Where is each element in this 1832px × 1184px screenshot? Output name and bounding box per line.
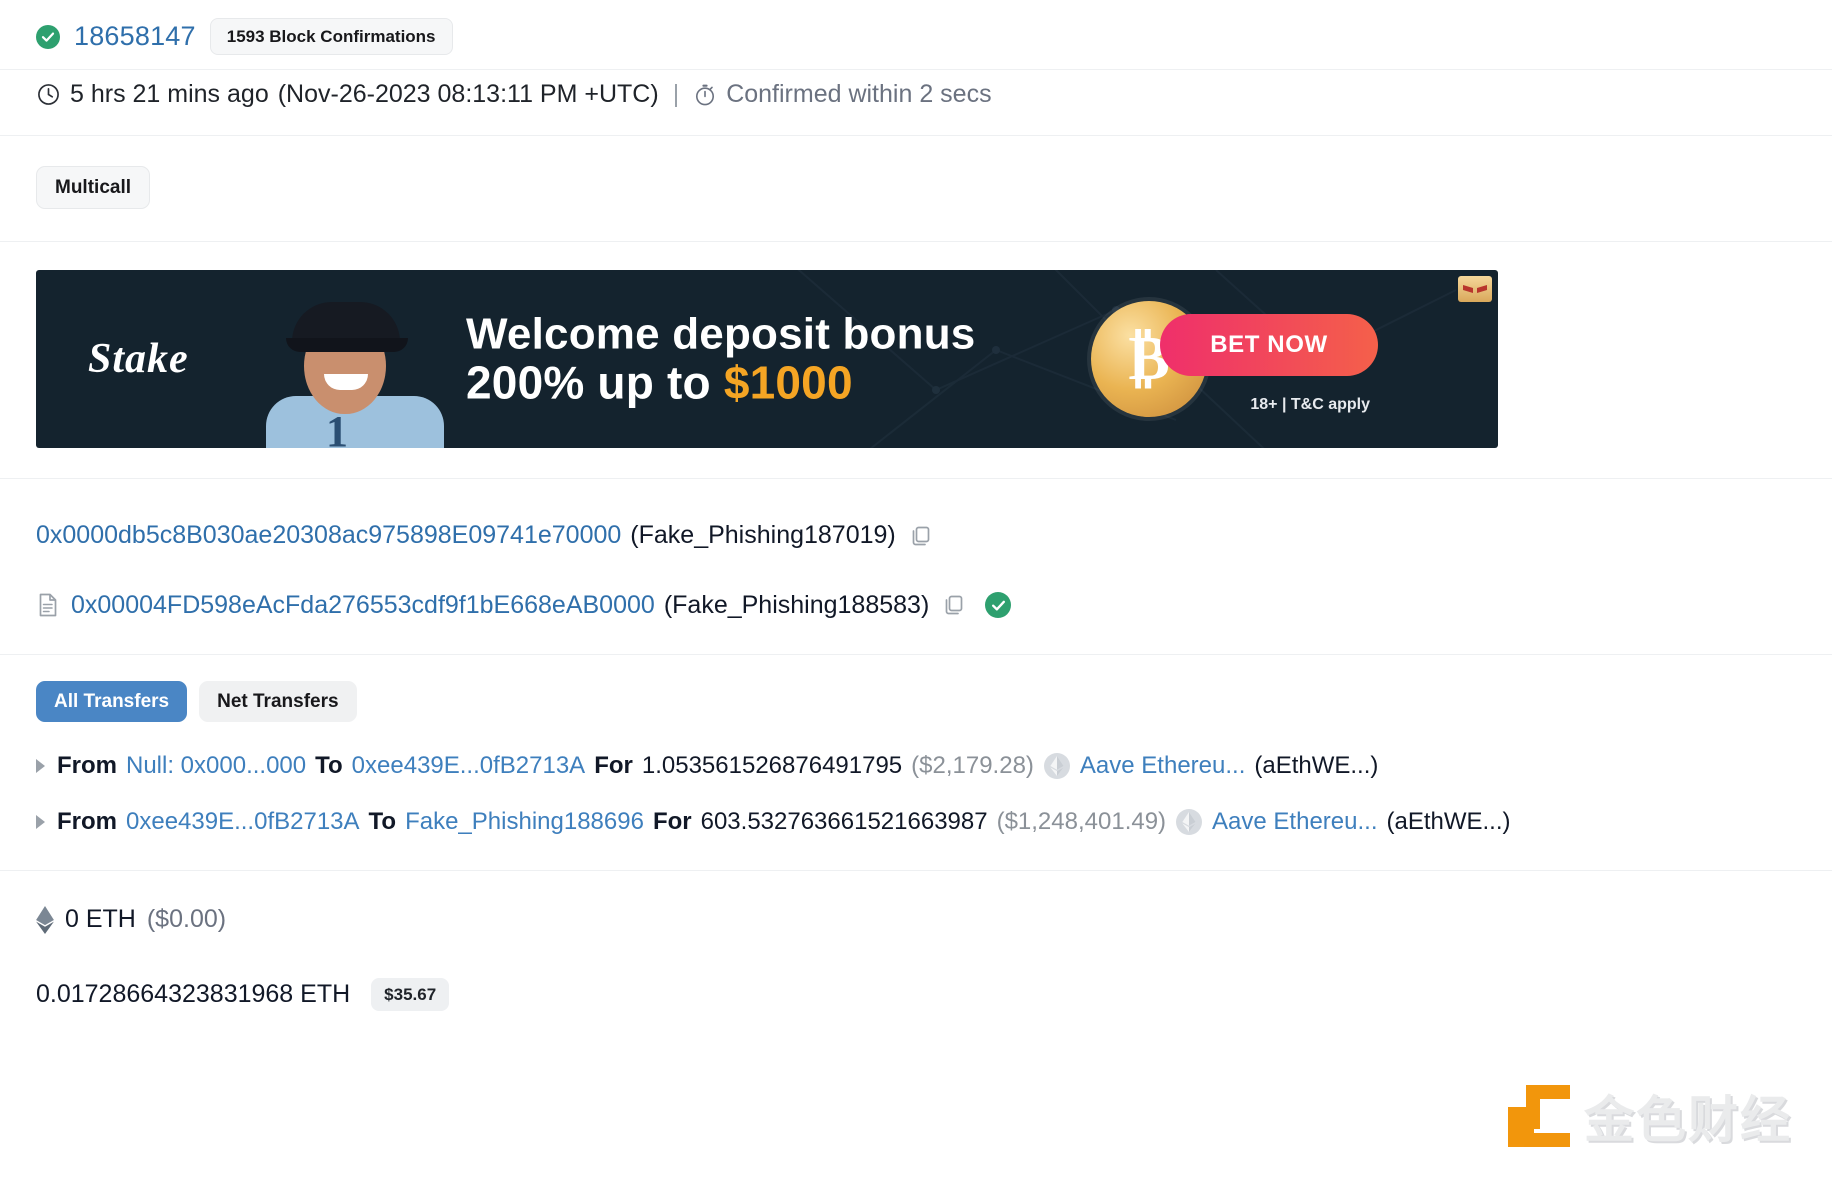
fee-row: 0.01728664323831968 ETH $35.67	[36, 978, 1796, 1011]
timestamp-absolute: (Nov-26-2023 08:13:11 PM +UTC)	[277, 80, 659, 108]
to-address-row: 0x00004FD598eAcFda276553cdf9f1bE668eAB00…	[36, 581, 1796, 631]
block-confirmations-badge: 1593 Block Confirmations	[209, 18, 453, 55]
transfers-block: All Transfers Net Transfers From Null: 0…	[0, 655, 1832, 871]
transfer-from-link[interactable]: Null: 0x000...000	[126, 752, 306, 780]
ad-legal-text: 18+ | T&C apply	[1250, 396, 1370, 413]
to-address-tag: (Fake_Phishing188583)	[663, 590, 930, 619]
eth-token-icon	[1043, 753, 1070, 779]
value-usd: ($0.00)	[146, 905, 227, 933]
block-row: 18658147 1593 Block Confirmations	[0, 0, 1832, 70]
stopwatch-icon	[693, 83, 717, 107]
ad-headline-line1: Welcome deposit bonus	[466, 309, 976, 359]
ad-brand-logo: Stake	[88, 336, 189, 382]
transfer-usd-value: ($1,248,401.49)	[996, 808, 1167, 835]
transfer-row: From Null: 0x000...000 To 0xee439E...0fB…	[36, 744, 1796, 788]
ethereum-diamond-icon	[36, 905, 54, 934]
timestamp-separator: |	[672, 80, 680, 108]
transfer-for-label: For	[652, 808, 692, 835]
confirmed-within-text: Confirmed within 2 secs	[726, 80, 992, 108]
check-circle-icon	[36, 24, 60, 49]
block-number-link[interactable]: 18658147	[74, 21, 196, 52]
transaction-details-page: 18658147 1593 Block Confirmations 5 hrs …	[0, 0, 1832, 1184]
timestamp-row: 5 hrs 21 mins ago (Nov-26-2023 08:13:11 …	[0, 70, 1832, 136]
transfer-row: From 0xee439E...0fB2713A To Fake_Phishin…	[36, 800, 1796, 844]
watermark-text: 金色财经	[1584, 1091, 1792, 1149]
copy-icon[interactable]	[909, 524, 933, 548]
clock-icon	[36, 82, 61, 107]
transfer-from-label: From	[57, 752, 117, 779]
ad-headline-amount: $1000	[723, 355, 853, 408]
expand-caret-icon[interactable]	[36, 759, 45, 773]
transfer-usd-value: ($2,179.28)	[911, 752, 1034, 779]
from-address-link[interactable]: 0x0000db5c8B030ae20308ac975898E09741e700…	[36, 517, 621, 555]
transfers-tabs: All Transfers Net Transfers	[36, 681, 1796, 722]
transfer-amount: 603.532763661521663987	[700, 808, 988, 835]
method-badge: Multicall	[36, 166, 151, 209]
value-row: 0 ETH ($0.00)	[36, 905, 1796, 934]
fee-amount: 0.01728664323831968 ETH	[36, 980, 351, 1008]
method-row: Multicall	[0, 136, 1832, 242]
contract-document-icon	[36, 592, 60, 618]
jinse-logo-icon	[1508, 1085, 1570, 1147]
tab-all-transfers[interactable]: All Transfers	[36, 681, 188, 722]
addresses-block: 0x0000db5c8B030ae20308ac975898E09741e700…	[0, 479, 1832, 655]
transfer-to-label: To	[315, 752, 343, 779]
transfer-token-symbol: (aEthWE...)	[1386, 808, 1511, 835]
transfer-to-link[interactable]: 0xee439E...0fB2713A	[352, 752, 586, 780]
value-block: 0 ETH ($0.00) 0.01728664323831968 ETH $3…	[0, 871, 1832, 1021]
transfer-token-name[interactable]: Aave Ethereu...	[1212, 808, 1377, 836]
transfer-token-symbol: (aEthWE...)	[1254, 752, 1379, 779]
ad-close-icon[interactable]	[1458, 276, 1492, 302]
watermark: 金色财经	[1508, 1080, 1792, 1152]
transfer-to-label: To	[368, 808, 397, 835]
ad-headline: Welcome deposit bonus 200% up to $1000	[466, 310, 975, 407]
transfer-to-link[interactable]: Fake_Phishing188696	[405, 808, 644, 836]
ad-headline-line2-prefix: 200% up to	[466, 355, 724, 408]
value-amount: 0 ETH	[65, 905, 136, 933]
to-address-link[interactable]: 0x00004FD598eAcFda276553cdf9f1bE668eAB00…	[71, 587, 655, 625]
transfer-for-label: For	[594, 752, 633, 779]
verified-check-icon	[985, 592, 1012, 619]
timestamp-relative: 5 hrs 21 mins ago	[70, 80, 269, 108]
fee-usd-badge: $35.67	[371, 978, 450, 1011]
transfer-from-link[interactable]: 0xee439E...0fB2713A	[126, 808, 360, 836]
expand-caret-icon[interactable]	[36, 815, 45, 829]
transfer-from-label: From	[57, 808, 117, 835]
transfer-token-name[interactable]: Aave Ethereu...	[1080, 752, 1245, 780]
copy-icon[interactable]	[942, 593, 966, 617]
ad-person-image: 1	[248, 288, 458, 448]
transfer-amount: 1.053561526876491795	[641, 752, 903, 779]
stake-ad-banner[interactable]: Stake 1 Welcome deposit bonus 200% up to…	[36, 270, 1498, 448]
bet-now-button[interactable]: BET NOW	[1160, 314, 1378, 376]
tab-net-transfers[interactable]: Net Transfers	[199, 681, 357, 722]
from-address-tag: (Fake_Phishing187019)	[630, 521, 896, 549]
advertisement-row: Stake 1 Welcome deposit bonus 200% up to…	[0, 242, 1832, 479]
eth-token-icon	[1176, 809, 1203, 835]
from-address-row: 0x0000db5c8B030ae20308ac975898E09741e700…	[36, 511, 1796, 561]
